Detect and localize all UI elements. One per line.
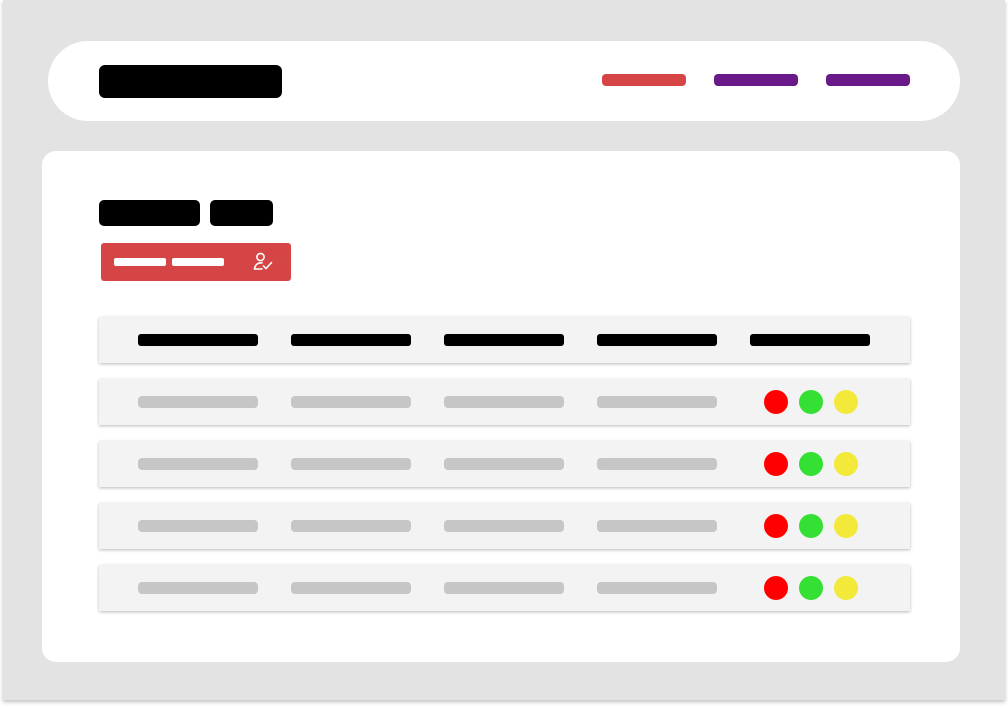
- table-cell: [138, 396, 258, 408]
- button-label-word-1: [114, 258, 166, 266]
- table-row[interactable]: [99, 441, 910, 487]
- table-cell: [138, 458, 258, 470]
- nav-link-3[interactable]: [826, 74, 910, 86]
- status-dot-yellow[interactable]: [834, 514, 858, 538]
- table-cell: [597, 582, 717, 594]
- status-dot-red[interactable]: [764, 514, 788, 538]
- table-cell: [597, 458, 717, 470]
- table-cell: [291, 458, 411, 470]
- page-title-word-1: [99, 200, 200, 226]
- column-header[interactable]: [444, 334, 564, 346]
- status-dot-yellow[interactable]: [834, 390, 858, 414]
- table-cell: [597, 396, 717, 408]
- status-dot-red[interactable]: [764, 452, 788, 476]
- table-header-row: [99, 317, 910, 363]
- table-cell: [138, 520, 258, 532]
- table-row[interactable]: [99, 379, 910, 425]
- status-dot-green[interactable]: [799, 576, 823, 600]
- column-header[interactable]: [597, 334, 717, 346]
- button-label-word-2: [172, 258, 224, 266]
- status-dot-yellow[interactable]: [834, 576, 858, 600]
- nav-link-1[interactable]: [602, 74, 686, 86]
- table-cell: [597, 520, 717, 532]
- user-check-icon: [252, 251, 274, 273]
- table-cell: [444, 396, 564, 408]
- status-dot-green[interactable]: [799, 390, 823, 414]
- table-cell: [291, 396, 411, 408]
- table-row[interactable]: [99, 503, 910, 549]
- column-header[interactable]: [291, 334, 411, 346]
- table-cell: [138, 582, 258, 594]
- status-dot-red[interactable]: [764, 390, 788, 414]
- status-dot-green[interactable]: [799, 452, 823, 476]
- status-dot-green[interactable]: [799, 514, 823, 538]
- table-cell: [291, 520, 411, 532]
- logo[interactable]: [99, 65, 282, 98]
- table-cell: [444, 582, 564, 594]
- table-cell: [291, 582, 411, 594]
- status-dot-red[interactable]: [764, 576, 788, 600]
- status-dot-yellow[interactable]: [834, 452, 858, 476]
- table-cell: [444, 458, 564, 470]
- table-cell: [444, 520, 564, 532]
- column-header[interactable]: [750, 334, 870, 346]
- nav-link-2[interactable]: [714, 74, 798, 86]
- column-header[interactable]: [138, 334, 258, 346]
- page-title-word-2: [210, 200, 273, 226]
- table-row[interactable]: [99, 565, 910, 611]
